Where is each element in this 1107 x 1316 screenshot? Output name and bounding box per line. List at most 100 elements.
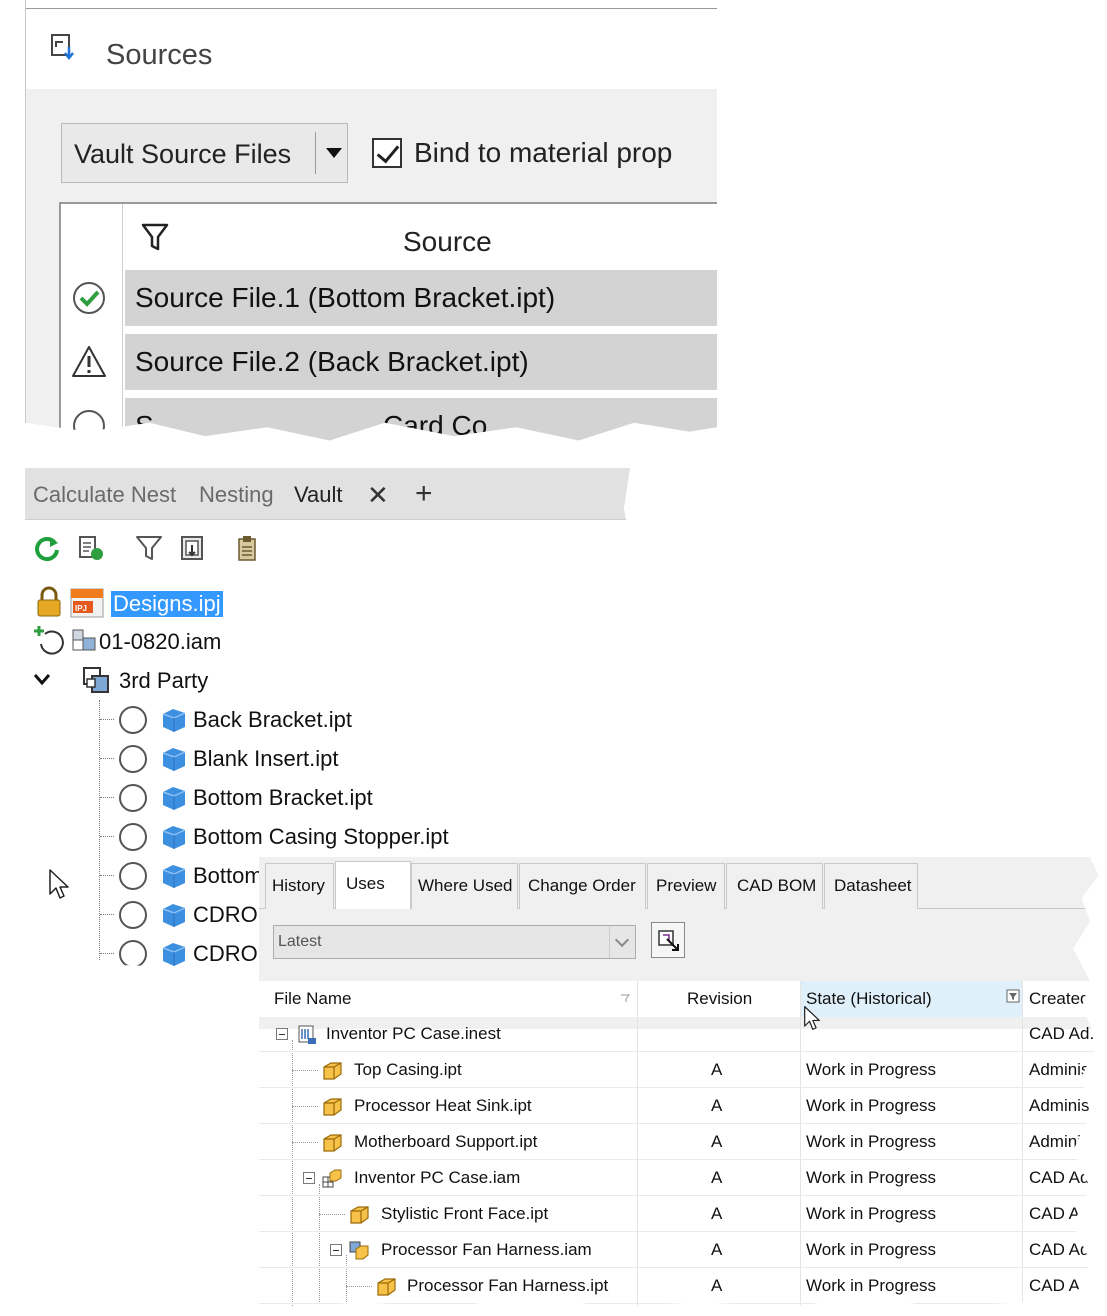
table-row[interactable]: Top Casing.ipt A Work in Progress Admini… — [259, 1053, 1100, 1088]
tree-branch — [319, 1214, 345, 1215]
tab-calculate-nest[interactable]: Calculate Nest — [33, 482, 176, 508]
tree-node-assembly[interactable]: 01-0820.iam — [25, 622, 630, 660]
tree-item-label: Bottom Bracket.ipt — [193, 785, 373, 810]
mouse-cursor-icon — [804, 1006, 820, 1030]
source-row[interactable]: Source File.2 (Back Bracket.ipt) — [61, 332, 717, 392]
tab-nesting[interactable]: Nesting — [199, 482, 274, 508]
tree-item-label: Back Bracket.ipt — [193, 707, 352, 732]
tree-branch — [346, 1286, 372, 1287]
revision: A — [711, 1132, 723, 1151]
status-circle-icon — [119, 940, 147, 968]
table-row[interactable]: Stylistic Front Face.ipt A Work in Progr… — [259, 1197, 1099, 1232]
folder-assembly-icon — [83, 667, 109, 693]
bind-material-checkbox[interactable] — [372, 138, 402, 168]
tree-branch — [292, 1106, 318, 1107]
revision: A — [711, 1060, 723, 1079]
tab-label: Datasheet — [834, 876, 912, 895]
tab-label: Where Used — [418, 876, 513, 895]
part-icon — [162, 787, 186, 810]
tab-uses[interactable]: Uses — [335, 861, 411, 909]
filter-icon[interactable] — [141, 222, 169, 252]
tab-label: Change Order — [528, 876, 636, 895]
tab-where-used[interactable]: Where Used — [411, 863, 518, 909]
export-icon — [658, 930, 679, 951]
table-row[interactable]: Processor Heat Sink.ipt A Work in Progre… — [259, 1089, 1099, 1124]
filter-icon[interactable] — [135, 534, 163, 562]
tab-label: Preview — [656, 876, 717, 895]
file-name: Stylistic Front Face.ipt — [381, 1204, 549, 1223]
tree-item[interactable]: Bottom Casing Stopper.ipt — [25, 817, 630, 855]
export-button[interactable] — [651, 922, 685, 958]
tab-preview[interactable]: Preview — [647, 863, 725, 909]
collapse-icon[interactable] — [303, 1172, 315, 1184]
svg-text:IPJ: IPJ — [75, 604, 87, 613]
add-tab-icon[interactable]: + — [415, 477, 433, 511]
created-by: Adminis — [1029, 1132, 1090, 1151]
state: Work in Progress — [806, 1060, 937, 1079]
chevron-down-icon[interactable] — [326, 148, 342, 158]
tree-node-folder[interactable]: 3rd Party — [25, 661, 630, 699]
tree-item[interactable]: Blank Insert.ipt — [25, 739, 630, 777]
warning-icon — [72, 346, 106, 377]
version-value: Latest — [278, 933, 322, 950]
sources-body: Vault Source Files Bind to material prop… — [26, 89, 717, 441]
bind-material-label: Bind to material prop — [414, 137, 673, 168]
table-row[interactable]: Motherboard Support.ipt A Work in Progre… — [259, 1125, 1099, 1160]
check-in-icon[interactable] — [77, 534, 105, 562]
created-by: CAD Adn — [1029, 1204, 1099, 1223]
chevron-down-icon[interactable] — [33, 671, 53, 687]
tree-item[interactable]: Bottom Bracket.ipt — [25, 778, 630, 816]
column-header-revision[interactable]: Revision — [687, 989, 752, 1009]
table-row[interactable]: Processor Fan Harness.ipt A Work in Prog… — [259, 1269, 1099, 1304]
tree-branch — [100, 719, 114, 720]
table-row[interactable]: Inventor PC Case.inest CAD Ad. — [259, 1017, 1099, 1052]
project-file-icon: IPJ — [70, 588, 104, 618]
grid-header: File Name Revision State (Historical) Cr… — [259, 981, 1099, 1017]
revision: A — [711, 1276, 723, 1295]
add-refresh-icon — [34, 626, 64, 655]
tab-label: History — [272, 876, 325, 895]
part-icon — [377, 1278, 396, 1296]
insert-icon[interactable] — [179, 534, 207, 562]
source-row[interactable]: Source File.1 (Bottom Bracket.ipt) — [61, 268, 717, 328]
table-row[interactable]: Inventor PC Case.iam A Work in Progress … — [259, 1161, 1099, 1196]
revision: A — [711, 1096, 723, 1115]
version-dropdown[interactable]: Latest — [273, 925, 636, 959]
chevron-down-icon[interactable] — [609, 926, 635, 958]
created-by: Administr — [1029, 1060, 1100, 1079]
file-name: Inventor PC Case.iam — [354, 1168, 521, 1187]
close-icon[interactable]: ✕ — [367, 480, 389, 511]
tree-item[interactable]: Back Bracket.ipt — [25, 700, 630, 738]
column-filter-icon[interactable] — [1006, 989, 1020, 1003]
sources-grid: Source Source File.1 (Bottom Bracket.ipt… — [59, 202, 717, 441]
collapse-icon[interactable] — [276, 1028, 288, 1040]
source-type-dropdown[interactable]: Vault Source Files — [61, 123, 348, 183]
tab-vault[interactable]: Vault — [294, 482, 343, 508]
clipboard-icon[interactable] — [233, 534, 261, 562]
assembly-icon — [72, 629, 96, 651]
status-empty-icon — [73, 410, 105, 441]
tab-history[interactable]: History — [265, 863, 334, 909]
tree-branch — [100, 836, 114, 837]
column-header-file-name[interactable]: File Name — [274, 989, 351, 1009]
tab-datasheet[interactable]: Datasheet — [824, 863, 918, 909]
table-row[interactable]: Processor Fan Harness.iam A Work in Prog… — [259, 1233, 1099, 1268]
refresh-icon[interactable] — [33, 534, 61, 562]
column-header-state[interactable]: State (Historical) — [806, 989, 932, 1009]
sources-panel: Sources Vault Source Files Bind to mater… — [25, 0, 717, 441]
vault-tab-strip: Calculate Nest Nesting Vault ✕ + — [25, 468, 630, 520]
part-icon — [323, 1134, 342, 1152]
tree-branch — [100, 797, 114, 798]
source-column-header[interactable]: Source — [403, 226, 492, 258]
column-header-created[interactable]: Created — [1029, 989, 1089, 1009]
file-name: Motherboard Support.ipt — [354, 1132, 538, 1151]
tab-cad-bom[interactable]: CAD BOM — [726, 863, 823, 909]
part-icon — [350, 1206, 369, 1224]
collapse-icon[interactable] — [330, 1244, 342, 1256]
tab-change-order[interactable]: Change Order — [519, 863, 646, 909]
tree-branch — [100, 914, 114, 915]
status-circle-icon — [119, 901, 147, 929]
sort-icon[interactable] — [620, 993, 630, 1003]
tree-node-project[interactable]: IPJ Designs.ipj — [25, 584, 630, 622]
source-row[interactable]: S Card Co — [61, 396, 717, 441]
